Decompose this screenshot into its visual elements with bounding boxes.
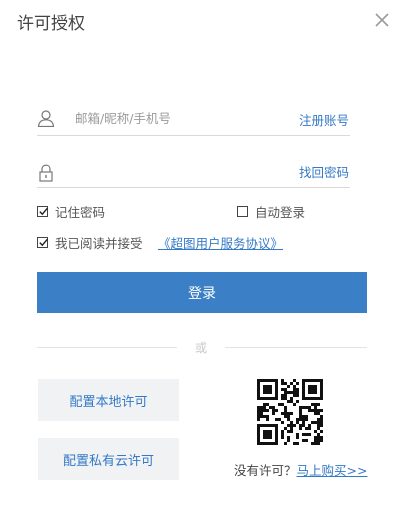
local-license-button[interactable]: 配置本地许可 — [38, 379, 179, 421]
forgot-password-link[interactable]: 找回密码 — [299, 162, 349, 181]
account-field: 注册账号 — [37, 105, 350, 136]
password-input[interactable] — [75, 157, 285, 183]
agree-box[interactable] — [37, 237, 48, 248]
checkmark-icon — [39, 238, 48, 247]
remember-password-label: 记住密码 — [55, 205, 106, 220]
divider-right — [225, 347, 367, 348]
lock-icon — [37, 164, 55, 182]
qr-code-icon — [257, 379, 323, 445]
no-license-text: 没有许可？ — [234, 463, 297, 478]
buy-now-link[interactable]: 马上购买>> — [297, 463, 368, 478]
buy-prompt: 没有许可？马上购买>> — [234, 460, 367, 479]
checkmark-icon — [39, 207, 48, 216]
dialog-title: 许可授权 — [17, 14, 85, 34]
agree-label: 我已阅读并接受 — [55, 236, 143, 251]
service-agreement-link[interactable]: 《超图用户服务协议》 — [158, 233, 283, 252]
login-button[interactable]: 登录 — [37, 272, 367, 313]
auto-login-box[interactable] — [237, 206, 248, 217]
private-cloud-license-button[interactable]: 配置私有云许可 — [38, 438, 179, 480]
agree-checkbox[interactable]: 我已阅读并接受 — [37, 233, 143, 252]
license-dialog: 许可授权 注册账号 找回密码 — [0, 0, 404, 506]
account-input[interactable] — [75, 105, 285, 131]
user-icon — [37, 109, 55, 128]
auto-login-checkbox[interactable]: 自动登录 — [237, 202, 305, 221]
remember-password-checkbox[interactable]: 记住密码 — [37, 202, 105, 221]
divider-left — [37, 347, 177, 348]
close-icon[interactable] — [372, 10, 392, 30]
divider-or: 或 — [195, 341, 208, 355]
auto-login-label: 自动登录 — [255, 205, 306, 220]
register-link[interactable]: 注册账号 — [299, 110, 349, 129]
password-field: 找回密码 — [37, 157, 350, 188]
remember-password-box[interactable] — [37, 206, 48, 217]
